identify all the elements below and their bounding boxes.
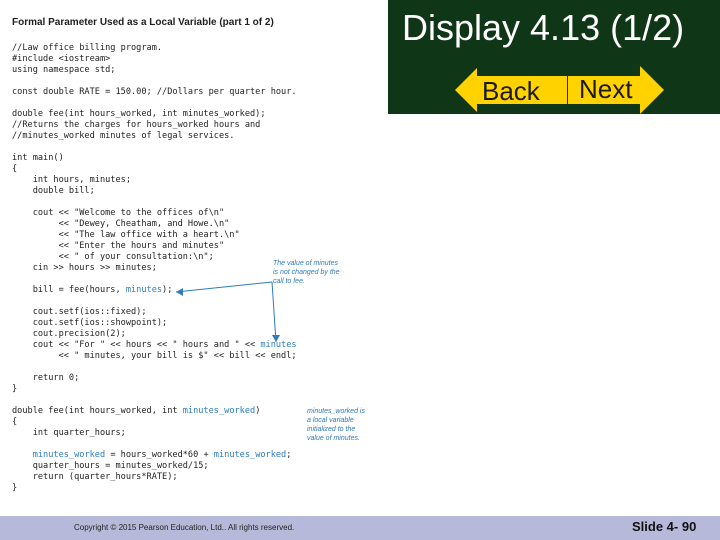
annotation-line: call to fee. bbox=[273, 278, 305, 285]
footer-bar: Copyright © 2015 Pearson Education, Ltd.… bbox=[0, 516, 720, 540]
pointer-to-output bbox=[271, 281, 277, 343]
annotation-minutes-unchanged: The value of minutes is not changed by t… bbox=[273, 259, 340, 286]
annotation-line: a local variable bbox=[307, 417, 354, 424]
annotation-line: is not changed by the bbox=[273, 269, 340, 276]
arrowhead-output bbox=[272, 335, 280, 342]
annotation-pointers bbox=[175, 281, 280, 343]
copyright-notice: Copyright © 2015 Pearson Education, Ltd.… bbox=[74, 523, 295, 532]
annotation-line: minutes_worked is bbox=[307, 408, 365, 415]
annotation-local-variable: minutes_worked is a local variable initi… bbox=[307, 407, 365, 443]
slide-number: Slide 4- 90 bbox=[632, 519, 697, 534]
slide: Display 4.13 (1/2) Back Next Formal Para… bbox=[0, 0, 720, 540]
arrowhead-call bbox=[176, 288, 183, 296]
pointer-to-call bbox=[175, 281, 273, 293]
annotation-line: initialized to the bbox=[307, 426, 356, 433]
annotation-line: The value of minutes bbox=[273, 260, 338, 267]
annotation-line: value of minutes. bbox=[307, 435, 360, 442]
